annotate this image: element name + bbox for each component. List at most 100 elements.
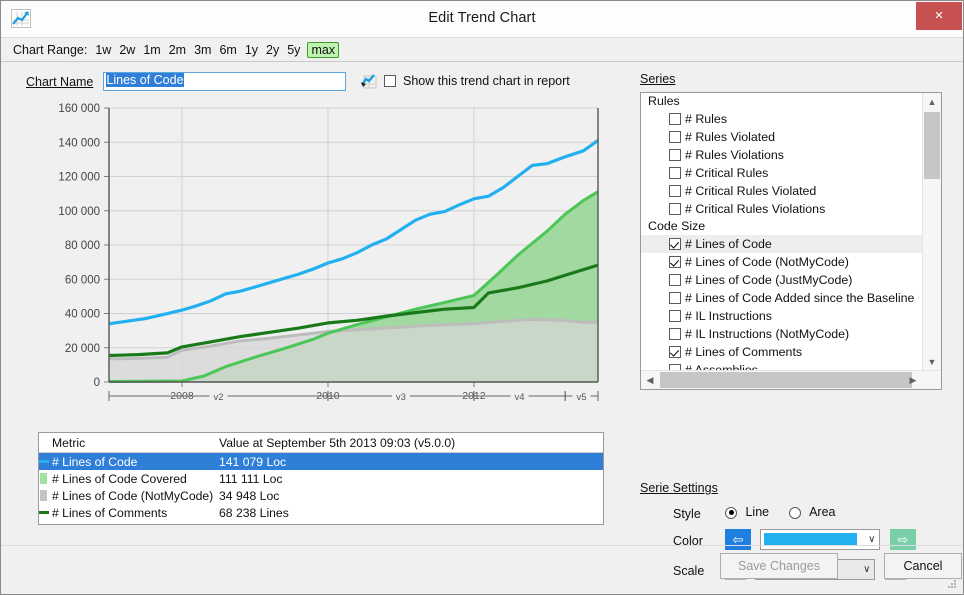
legend-value: 68 238 Lines xyxy=(219,506,289,520)
series-list-item[interactable]: # Critical Rules Violations xyxy=(641,200,922,218)
series-item-checkbox[interactable] xyxy=(669,149,681,161)
range-option-3m[interactable]: 3m xyxy=(193,43,212,57)
series-item-checkbox[interactable] xyxy=(669,328,681,340)
svg-text:160 000: 160 000 xyxy=(58,103,100,115)
series-item-label: # Rules xyxy=(685,112,728,126)
legend-col-metric: Metric xyxy=(52,436,86,450)
series-header: Series xyxy=(640,72,676,86)
series-item-label: # IL Instructions (NotMyCode) xyxy=(685,327,850,341)
svg-text:v5: v5 xyxy=(577,392,587,403)
series-list-item[interactable]: # Rules Violations xyxy=(641,146,922,164)
color-select[interactable]: ∨ xyxy=(760,529,881,550)
style-option-area-label: Area xyxy=(809,505,836,519)
range-option-1m[interactable]: 1m xyxy=(142,43,161,57)
series-list-item[interactable]: # IL Instructions (NotMyCode) xyxy=(641,325,922,343)
svg-text:120 000: 120 000 xyxy=(58,172,100,184)
series-list-item[interactable]: # Lines of Code (JustMyCode) xyxy=(641,271,922,289)
vscroll-thumb[interactable] xyxy=(924,112,940,179)
legend-metric: # Lines of Comments xyxy=(52,506,168,520)
series-item-checkbox[interactable] xyxy=(669,203,681,215)
page-title: Edit Trend Chart xyxy=(428,10,536,26)
svg-text:140 000: 140 000 xyxy=(58,137,100,149)
series-color-swatch xyxy=(39,470,49,487)
series-list-item[interactable]: # Lines of Comments xyxy=(641,343,922,361)
title-bar: Edit Trend Chart × xyxy=(1,1,963,38)
series-list-item[interactable]: # IL Instructions xyxy=(641,307,922,325)
series-item-checkbox[interactable] xyxy=(669,274,681,286)
style-radio-area[interactable] xyxy=(788,506,801,519)
series-list-vscrollbar[interactable]: ▲ ▼ xyxy=(922,93,941,371)
series-list-item[interactable]: # Rules xyxy=(641,110,922,128)
close-icon[interactable]: × xyxy=(916,2,962,30)
chevron-left-icon[interactable]: ◀ xyxy=(641,371,659,389)
series-item-checkbox[interactable] xyxy=(669,292,681,304)
legend-col-value: Value at September 5th 2013 09:03 (v5.0.… xyxy=(219,436,456,450)
svg-text:60 000: 60 000 xyxy=(65,274,100,286)
range-option-2m[interactable]: 2m xyxy=(168,43,187,57)
resize-grip-icon[interactable] xyxy=(947,580,957,590)
svg-text:20 000: 20 000 xyxy=(65,343,100,355)
range-option-max[interactable]: max xyxy=(307,41,340,58)
cancel-button[interactable]: Cancel xyxy=(884,553,962,579)
chart-name-label: Chart Name xyxy=(26,74,94,89)
serie-settings-header: Serie Settings xyxy=(640,481,718,495)
chart-name-input[interactable]: Lines of Code xyxy=(103,72,347,91)
series-list-item[interactable]: # Lines of Code (NotMyCode) xyxy=(641,253,922,271)
series-list-item[interactable]: # Critical Rules Violated xyxy=(641,182,922,200)
range-option-2y[interactable]: 2y xyxy=(265,43,280,57)
chevron-right-icon[interactable]: ▶ xyxy=(904,371,922,389)
series-list-item[interactable]: # Critical Rules xyxy=(641,164,922,182)
series-group-label: Rules xyxy=(648,94,680,108)
series-item-checkbox[interactable] xyxy=(669,238,681,250)
series-color-swatch xyxy=(39,487,49,504)
legend-metric: # Lines of Code Covered xyxy=(52,472,187,486)
svg-text:100 000: 100 000 xyxy=(58,206,100,218)
series-item-checkbox[interactable] xyxy=(669,167,681,179)
trend-chart-icon xyxy=(361,73,377,89)
series-item-checkbox[interactable] xyxy=(669,185,681,197)
series-list-item[interactable]: # Lines of Code xyxy=(641,235,922,253)
chart-range-label: Chart Range: xyxy=(13,42,88,57)
series-item-checkbox[interactable] xyxy=(669,346,681,358)
chevron-down-icon: ∨ xyxy=(863,564,871,575)
arrow-left-icon[interactable]: ⇦ xyxy=(725,529,751,550)
range-option-1w[interactable]: 1w xyxy=(94,43,112,57)
legend-table: Metric Value at September 5th 2013 09:03… xyxy=(38,432,604,525)
style-radio-line[interactable] xyxy=(725,506,737,519)
svg-text:v4: v4 xyxy=(515,392,525,403)
series-item-checkbox[interactable] xyxy=(669,310,681,322)
series-item-checkbox[interactable] xyxy=(669,256,681,268)
footer-divider xyxy=(1,545,963,546)
series-list-hscrollbar[interactable]: ◀ ▶ xyxy=(641,370,941,389)
series-list[interactable]: Rules # Rules # Rules Violated # Rules Viol… xyxy=(640,92,942,390)
edit-trend-chart-dialog: Edit Trend Chart × Chart Range: 1w 2w 1m… xyxy=(0,0,964,595)
series-list-item[interactable]: # Lines of Code Added since the Baseline xyxy=(641,289,922,307)
table-row[interactable]: # Lines of Code (NotMyCode) 34 948 Loc xyxy=(39,487,603,504)
table-row[interactable]: # Lines of Code Covered 111 111 Loc xyxy=(39,470,603,487)
series-item-checkbox[interactable] xyxy=(669,113,681,125)
chart-name-row: Chart Name Lines of Code xyxy=(26,72,347,91)
range-option-5y[interactable]: 5y xyxy=(286,43,301,57)
series-item-label: # Rules Violated xyxy=(685,130,776,144)
series-list-item[interactable]: # Rules Violated xyxy=(641,128,922,146)
legend-metric: # Lines of Code xyxy=(52,455,138,469)
range-option-6m[interactable]: 6m xyxy=(218,43,237,57)
range-option-1y[interactable]: 1y xyxy=(244,43,259,57)
legend-value: 111 111 Loc xyxy=(219,472,283,486)
style-label: Style xyxy=(673,507,701,521)
chevron-down-icon[interactable]: ▼ xyxy=(923,353,941,371)
range-option-2w[interactable]: 2w xyxy=(118,43,136,57)
series-item-checkbox[interactable] xyxy=(669,131,681,143)
table-row[interactable]: # Lines of Code 141 079 Loc xyxy=(39,453,603,470)
chart-name-value: Lines of Code xyxy=(106,73,184,87)
save-changes-button[interactable]: Save Changes xyxy=(720,553,838,579)
svg-text:40 000: 40 000 xyxy=(65,309,100,321)
table-row[interactable]: # Lines of Comments 68 238 Lines xyxy=(39,504,603,521)
hscroll-thumb[interactable] xyxy=(660,372,912,388)
series-list-item[interactable]: # Assemblies xyxy=(641,361,922,370)
trend-chart[interactable]: 0 20 000 40 000 60 000 80 000 100 000 120 000 1… xyxy=(25,100,605,405)
show-in-report-checkbox[interactable] xyxy=(384,75,396,87)
show-in-report-row: Show this trend chart in report xyxy=(361,73,570,89)
arrow-right-icon[interactable]: ⇨ xyxy=(889,529,916,550)
chevron-up-icon[interactable]: ▲ xyxy=(923,93,941,111)
